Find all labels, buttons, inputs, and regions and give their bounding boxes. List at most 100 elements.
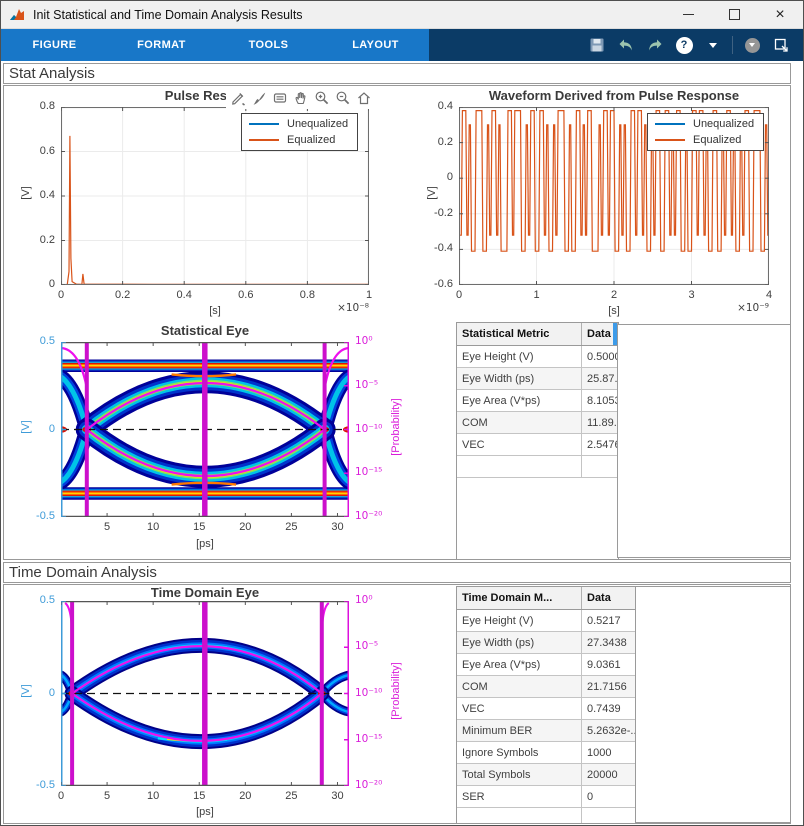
x-axis-exponent: ×10⁻⁹	[704, 302, 769, 314]
table-cell[interactable]: Eye Area (V*ps)	[457, 390, 582, 412]
brush-data-button[interactable]	[250, 89, 268, 107]
legend-item: Equalized	[249, 134, 348, 146]
export-button[interactable]	[229, 89, 247, 107]
table-cell[interactable]: Ignore Symbols	[457, 742, 582, 764]
datatips-icon	[272, 90, 288, 106]
table-cell[interactable]	[582, 456, 618, 478]
table-cell[interactable]: COM	[457, 412, 582, 434]
table-cell[interactable]	[582, 808, 636, 825]
waveform-legend[interactable]: UnequalizedEqualized	[647, 113, 764, 151]
table-cell[interactable]: 8.1053	[582, 390, 618, 412]
table-cell[interactable]: 11.89...	[582, 412, 618, 434]
x-tick-label: 0	[44, 790, 78, 802]
help-dropdown-button[interactable]	[703, 34, 723, 56]
tab-format[interactable]: FORMAT	[108, 29, 215, 61]
zoom-in-button[interactable]	[313, 89, 331, 107]
table-header-metric[interactable]: Time Domain M...	[457, 587, 582, 610]
x-tick-label: 15	[182, 521, 216, 533]
redo-button[interactable]	[645, 34, 665, 56]
table-header-data[interactable]: Data	[582, 323, 618, 346]
pan-button[interactable]	[292, 89, 310, 107]
tab-tools[interactable]: TOOLS	[215, 29, 322, 61]
stat-analysis-panel: Statistical MetricDataEye Height (V)0.50…	[3, 85, 791, 560]
table-cell[interactable]: 21.7156	[582, 676, 636, 698]
stat_eye-canvas[interactable]	[61, 342, 349, 517]
legend-item: Unequalized	[655, 118, 754, 130]
zoom-out-button[interactable]	[334, 89, 352, 107]
maximize-button[interactable]	[711, 1, 757, 28]
x-tick-label: 10	[136, 521, 170, 533]
detach-figure-button[interactable]	[771, 34, 791, 56]
save-button[interactable]	[587, 34, 607, 56]
table-cell[interactable]: Minimum BER	[457, 720, 582, 742]
close-icon: ×	[775, 7, 784, 23]
zoom-out-icon	[335, 90, 351, 106]
table-cell[interactable]	[457, 456, 582, 478]
help-button[interactable]: ?	[674, 34, 694, 56]
table-cell[interactable]: Eye Area (V*ps)	[457, 654, 582, 676]
table-cell[interactable]	[457, 808, 582, 825]
probability-tick-label: 10⁻²⁰	[355, 779, 399, 791]
x-axis-exponent: ×10⁻⁸	[304, 302, 369, 314]
table-cell[interactable]: 27.3438	[582, 632, 636, 654]
table-header-metric[interactable]: Statistical Metric	[457, 323, 582, 346]
window-controls: ×	[665, 1, 803, 28]
table-cell[interactable]: 0.5217	[582, 610, 636, 632]
table-cell[interactable]: VEC	[457, 698, 582, 720]
table-row: VEC2.5476	[457, 434, 618, 456]
pulse_response-legend[interactable]: UnequalizedEqualized	[241, 113, 358, 151]
y-axis-label: [V]	[20, 143, 32, 243]
plot-title: Waveform Derived from Pulse Response	[464, 88, 764, 103]
table-header-data[interactable]: Data	[582, 587, 636, 610]
restore-view-button[interactable]	[355, 89, 373, 107]
time-domain-metric-table[interactable]: Time Domain M...DataEye Height (V)0.5217…	[456, 586, 637, 824]
x-tick-label: 4	[752, 289, 786, 301]
table-cell[interactable]: SER	[457, 786, 582, 808]
minimize-button[interactable]	[665, 1, 711, 28]
x-axis-label: [s]	[589, 305, 639, 317]
x-axis-label: [s]	[190, 305, 240, 317]
legend-line-sample	[655, 123, 685, 125]
table-cell[interactable]: Eye Height (V)	[457, 610, 582, 632]
table-cell[interactable]: Eye Width (ps)	[457, 632, 582, 654]
datatips-button[interactable]	[271, 89, 289, 107]
matlab-logo-icon	[9, 7, 25, 23]
options-dropdown-button[interactable]	[742, 34, 762, 56]
table-cell[interactable]: VEC	[457, 434, 582, 456]
table-cell[interactable]: 5.2632e-...	[582, 720, 636, 742]
table-row: Eye Height (V)0.5000	[457, 346, 618, 368]
table-cell[interactable]: 0.5000	[582, 346, 618, 368]
x-tick-label: 3	[675, 289, 709, 301]
close-button[interactable]: ×	[757, 1, 803, 28]
y-tick-label: 0.4	[419, 100, 453, 112]
table-cell[interactable]: Total Symbols	[457, 764, 582, 786]
tab-layout[interactable]: LAYOUT	[322, 29, 429, 61]
x-tick-label: 5	[90, 790, 124, 802]
table-cell[interactable]: Eye Height (V)	[457, 346, 582, 368]
axes-toolbar	[226, 87, 376, 109]
table-cell[interactable]: 1000	[582, 742, 636, 764]
detach-window-icon	[774, 38, 789, 53]
td_eye-canvas[interactable]	[61, 601, 349, 786]
table-cell[interactable]: 9.0361	[582, 654, 636, 676]
table-row: Eye Height (V)0.5217	[457, 610, 636, 632]
empty-panel	[617, 324, 791, 558]
probability-tick-label: 10⁰	[355, 335, 399, 347]
table-row-empty	[457, 456, 618, 478]
tab-figure[interactable]: FIGURE	[1, 29, 108, 61]
table-cell[interactable]: COM	[457, 676, 582, 698]
table-cell[interactable]: 25.87...	[582, 368, 618, 390]
table-cell[interactable]: 2.5476	[582, 434, 618, 456]
table-cell[interactable]: 20000	[582, 764, 636, 786]
metrics-table: Statistical MetricDataEye Height (V)0.50…	[457, 323, 618, 478]
undo-button[interactable]	[616, 34, 636, 56]
zoom-in-icon	[314, 90, 330, 106]
statistical-metric-table[interactable]: Statistical MetricDataEye Height (V)0.50…	[456, 322, 619, 560]
table-cell[interactable]: 0.7439	[582, 698, 636, 720]
table-cell[interactable]: Eye Width (ps)	[457, 368, 582, 390]
table-row: VEC0.7439	[457, 698, 636, 720]
y-tick-label: -0.5	[21, 779, 55, 791]
table-cell[interactable]: 0	[582, 786, 636, 808]
x-tick-label: 10	[136, 790, 170, 802]
time-domain-analysis-panel: Time Domain M...DataEye Height (V)0.5217…	[3, 584, 791, 824]
